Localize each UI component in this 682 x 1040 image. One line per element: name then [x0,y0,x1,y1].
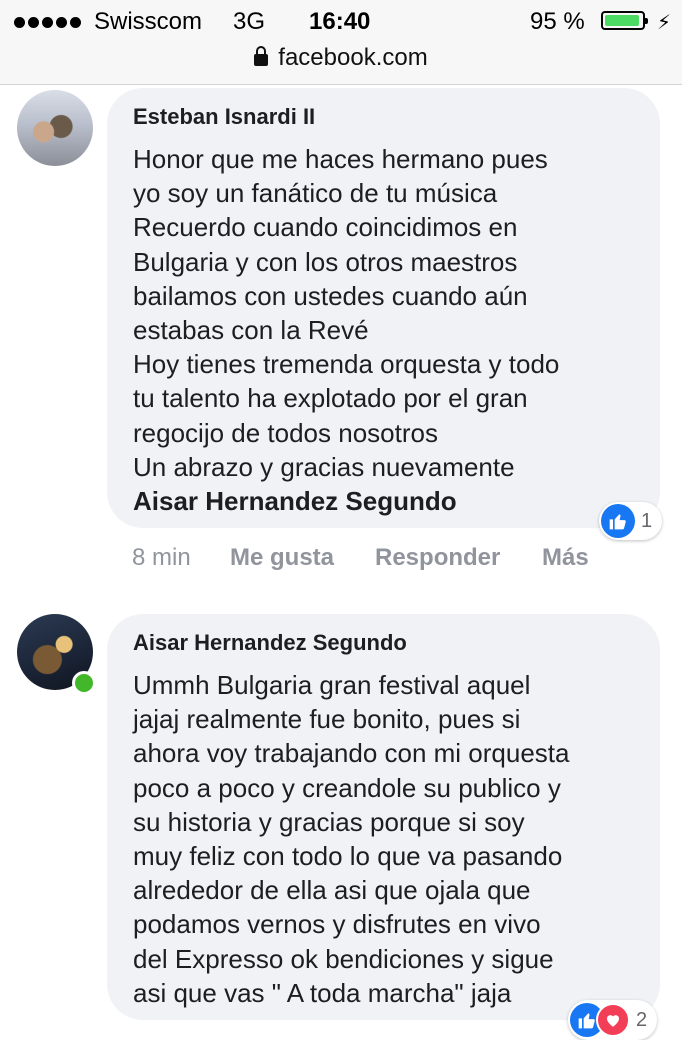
network-type: 3G [233,8,266,35]
lock-icon [254,46,269,66]
comment-text: Ummh Bulgaria gran festival aquel jajaj … [133,670,570,1008]
carrier-name: Swisscom [94,8,203,35]
mention-link[interactable]: Aisar Hernandez Segundo [133,484,636,518]
reply-button[interactable]: Responder [375,544,500,572]
reaction-summary[interactable]: 2 [568,1000,658,1040]
battery-icon [601,11,648,30]
reaction-summary[interactable]: 1 [599,502,663,540]
reaction-count: 1 [641,509,653,532]
like-icon [601,504,635,538]
comment-author[interactable]: Aisar Hernandez Segundo [133,628,636,658]
signal-strength-icon [14,17,81,28]
battery-percent: 95 % [530,8,585,35]
comment-time[interactable]: 8 min [132,544,191,572]
url-bar[interactable]: facebook.com [0,44,682,72]
comment-text: Honor que me haces hermano pues yo soy u… [133,144,560,482]
like-button[interactable]: Me gusta [230,544,334,572]
comment-bubble: Aisar Hernandez Segundo Ummh Bulgaria gr… [107,614,660,1020]
more-button[interactable]: Más [542,544,589,572]
browser-top-bar: Swisscom 3G 16:40 95 % ⚡ facebook.com [0,0,682,85]
comment-bubble: Esteban Isnardi II Honor que me haces he… [107,88,660,528]
bolt-icon: ⚡ [657,12,672,34]
url-domain: facebook.com [278,44,428,71]
comment-author[interactable]: Esteban Isnardi II [133,102,636,132]
status-bar: Swisscom 3G 16:40 95 % ⚡ [0,8,682,36]
love-icon [596,1003,630,1037]
reaction-count: 2 [636,1008,648,1031]
avatar[interactable] [17,90,93,166]
status-time: 16:40 [309,8,371,35]
online-status-icon [72,671,96,695]
